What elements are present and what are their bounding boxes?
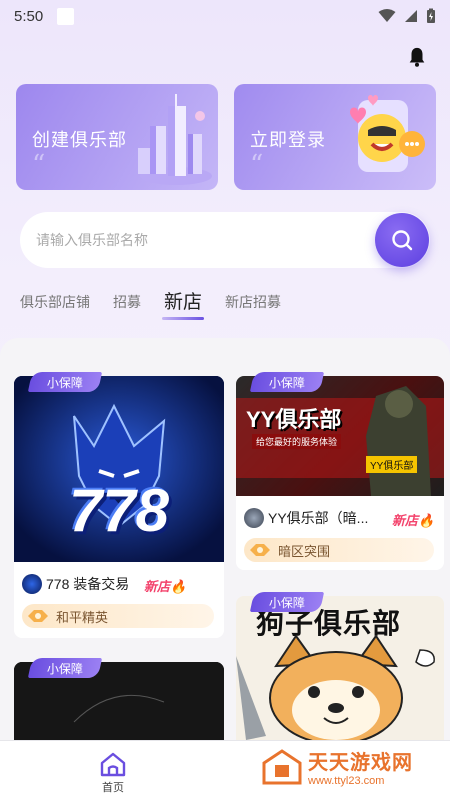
create-club-label: 创建俱乐部 xyxy=(32,130,127,150)
watermark-url: www.ttyl23.com xyxy=(308,775,385,787)
guarantee-badge: 小保障 xyxy=(249,372,325,392)
nav-home-label: 首页 xyxy=(102,782,124,794)
cover-title-text: YY俱乐部 xyxy=(246,407,342,432)
search-bar xyxy=(20,212,430,268)
shop-title-row: 778 装备交易 xyxy=(22,574,129,594)
game-emblem-icon xyxy=(28,610,48,622)
create-club-banner[interactable]: 创建俱乐部 “ xyxy=(16,84,218,190)
game-category-label: 暗区突围 xyxy=(278,543,331,559)
login-label: 立即登录 xyxy=(250,130,326,150)
new-shop-badge: 新店🔥 xyxy=(392,513,435,528)
battery-icon xyxy=(427,8,435,23)
tab-new-shops[interactable]: 新店 xyxy=(161,287,205,320)
guarantee-badge: 小保障 xyxy=(249,592,325,612)
shiba-dog-art-icon xyxy=(236,636,435,740)
nav-home[interactable]: 首页 xyxy=(96,751,130,795)
category-tabs: 俱乐部店铺 招募 新店 新店招募 xyxy=(20,288,304,320)
tab-new-shop-recruit[interactable]: 新店招募 xyxy=(225,292,281,320)
watermark: 天天游戏网 www.ttyl23.com xyxy=(262,746,413,787)
guarantee-badge: 小保障 xyxy=(27,372,103,392)
smiling-robot-icon xyxy=(350,95,425,172)
quote-mark-icon: “ xyxy=(250,150,264,180)
game-category-pill: 暗区突围 xyxy=(244,538,434,562)
game-category-label: 和平精英 xyxy=(56,609,109,625)
shop-title-row: YY俱乐部（暗... xyxy=(244,508,368,528)
shop-name: 778 装备交易 xyxy=(46,576,130,592)
shop-card[interactable]: 小保障 YY俱乐部 给您最好的服务体验 YY俱乐部 YY俱乐部（暗... 新店🔥… xyxy=(236,372,444,570)
watermark-logo-icon xyxy=(262,748,302,784)
search-input[interactable] xyxy=(20,212,375,268)
shop-cover-image: 778 xyxy=(14,376,224,562)
status-time: 5:50 xyxy=(14,7,44,25)
shop-feed: 小保障 778 778 装备交易 新店🔥 和平精英 小保障 YY俱乐部 给您最好… xyxy=(0,338,450,740)
game-category-pill: 和平精英 xyxy=(22,604,214,628)
shop-card[interactable]: 小保障 xyxy=(14,658,224,740)
shop-avatar xyxy=(22,574,42,594)
shop-cover-image: YY俱乐部 给您最好的服务体验 YY俱乐部 xyxy=(236,376,444,496)
game-emblem-icon xyxy=(250,544,270,556)
search-icon xyxy=(392,230,413,251)
guarantee-badge-label: 小保障 xyxy=(268,595,305,610)
guarantee-badge-label: 小保障 xyxy=(268,375,305,390)
guarantee-badge-label: 小保障 xyxy=(46,375,83,390)
city-buildings-icon xyxy=(138,94,212,185)
bell-icon[interactable] xyxy=(406,46,428,68)
shop-card[interactable]: 小保障 778 778 装备交易 新店🔥 和平精英 xyxy=(14,372,224,638)
status-bar: 5:50 xyxy=(0,0,450,32)
guarantee-badge-label: 小保障 xyxy=(46,661,83,676)
cover-subtitle-text: 给您最好的服务体验 xyxy=(252,434,342,449)
guarantee-badge: 小保障 xyxy=(27,658,103,678)
login-banner[interactable]: 立即登录 “ xyxy=(234,84,436,190)
watermark-title: 天天游戏网 xyxy=(308,752,413,774)
shop-card[interactable]: 小保障 狗子俱乐部 xyxy=(236,592,444,740)
shop-avatar xyxy=(244,508,264,528)
cover-number-text: 778 xyxy=(68,477,170,544)
shop-name: YY俱乐部（暗... xyxy=(268,510,369,526)
wifi-icon xyxy=(378,9,396,22)
quote-mark-icon: “ xyxy=(32,150,46,180)
tab-recruit[interactable]: 招募 xyxy=(113,292,141,320)
signal-icon xyxy=(405,10,417,22)
search-button[interactable] xyxy=(375,213,429,267)
status-icons xyxy=(378,8,436,24)
new-shop-badge: 新店🔥 xyxy=(144,579,187,594)
home-icon xyxy=(100,752,126,777)
notification-square-icon xyxy=(57,7,75,25)
tab-club-shops[interactable]: 俱乐部店铺 xyxy=(20,292,90,320)
cover-badge-text: YY俱乐部 xyxy=(366,456,418,473)
